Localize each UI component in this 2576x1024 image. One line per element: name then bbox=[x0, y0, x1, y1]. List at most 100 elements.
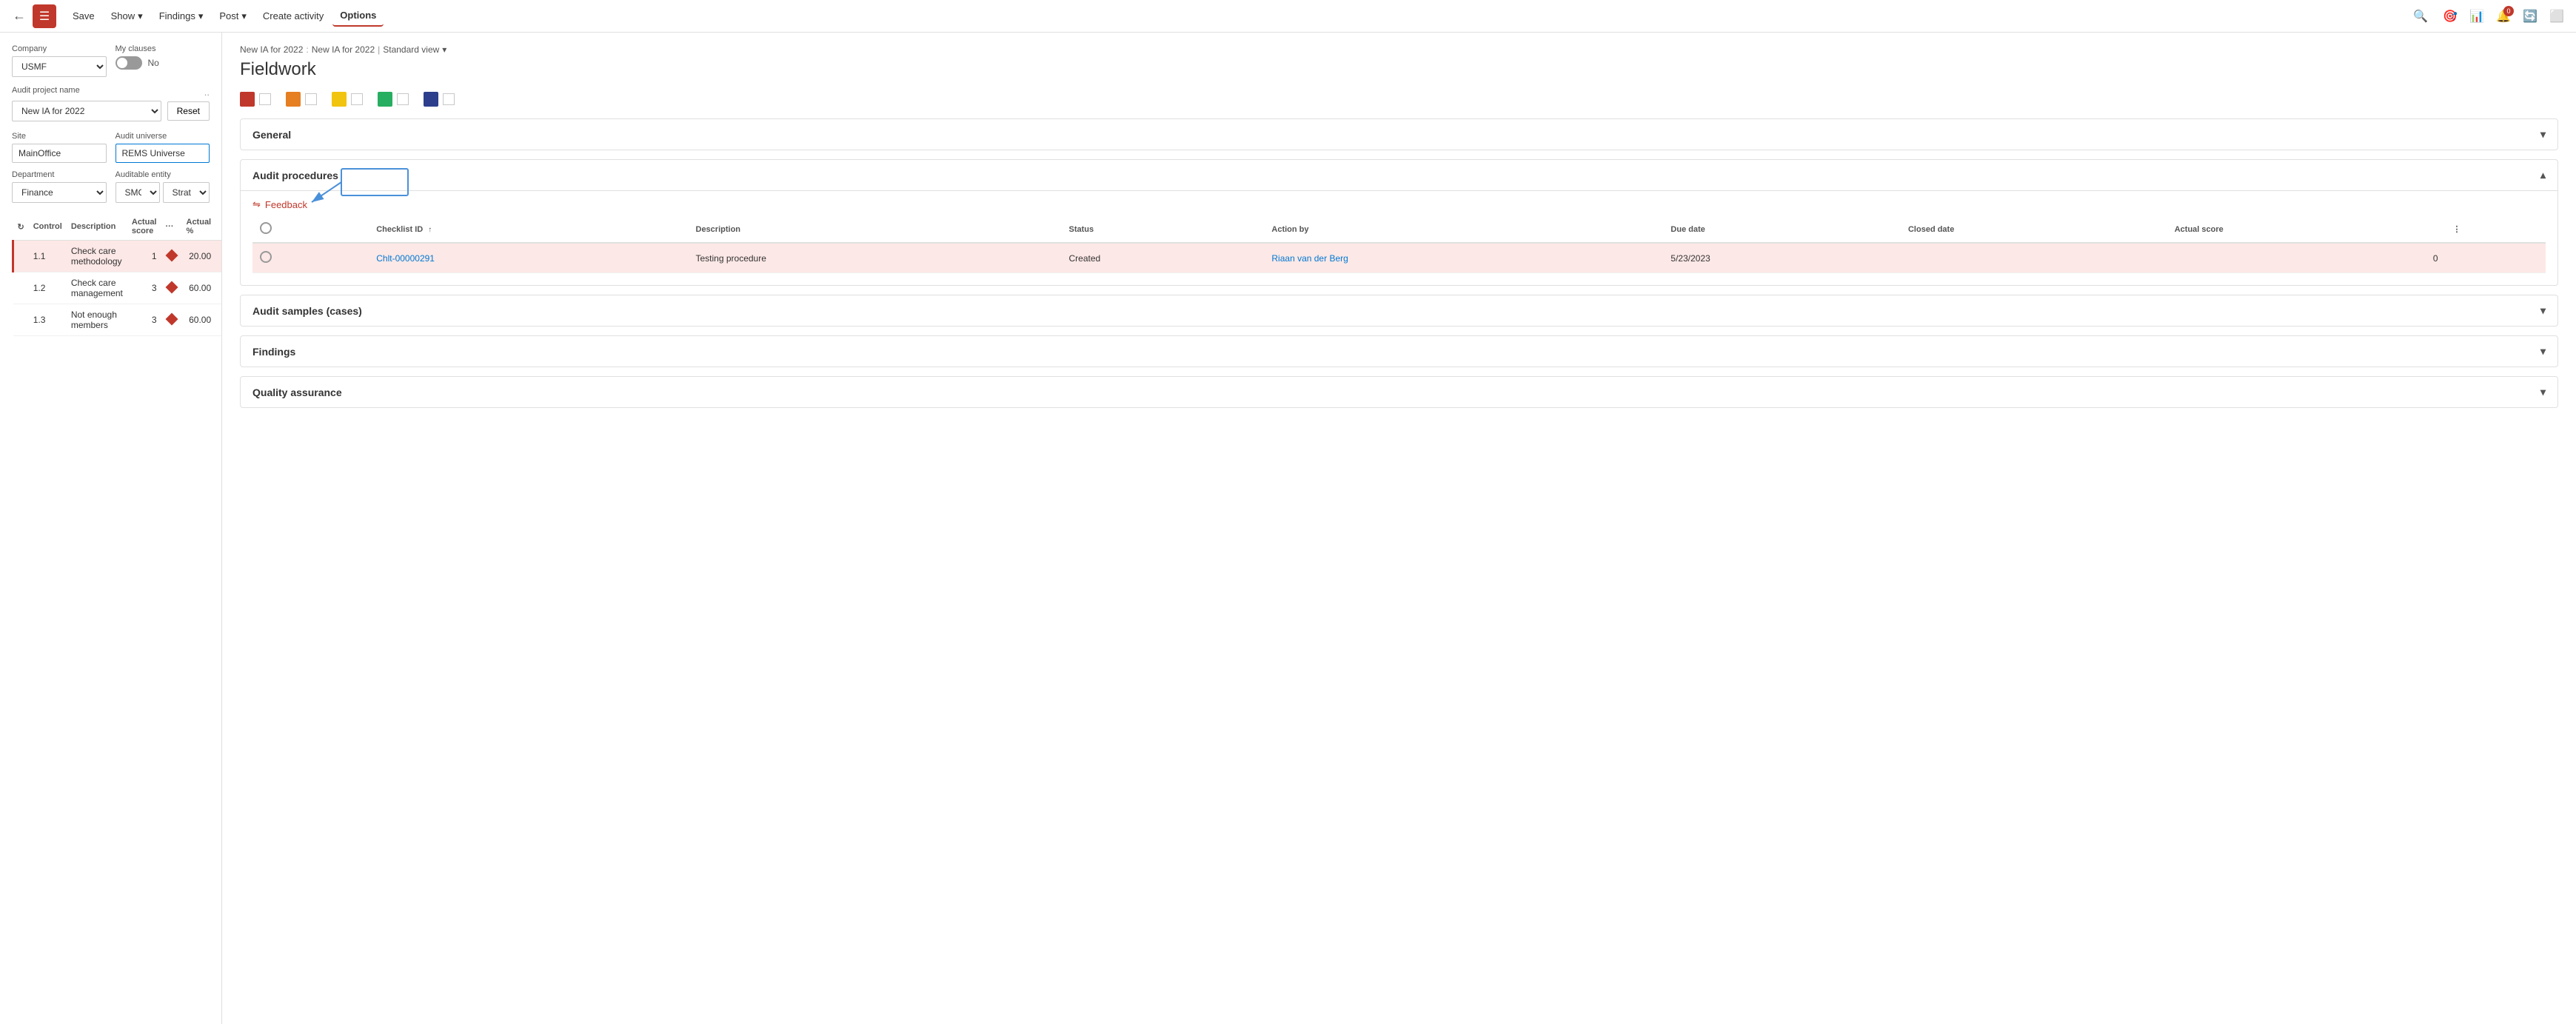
sort-icon[interactable]: ↑ bbox=[428, 226, 432, 234]
controls-table-row[interactable]: 1.1 Check care methodology 1 20.00 bbox=[13, 241, 223, 272]
create-activity-button[interactable]: Create activity bbox=[255, 6, 331, 26]
auditable-entity-select1[interactable]: SMC bbox=[116, 182, 160, 203]
proc-cell-checkbox[interactable] bbox=[252, 243, 369, 273]
col-actual-score-header: Actual score bbox=[127, 213, 161, 241]
department-select[interactable]: Finance bbox=[12, 182, 107, 203]
audit-universe-input[interactable] bbox=[116, 144, 210, 163]
proc-cell-action-by[interactable]: Riaan van der Berg bbox=[1264, 243, 1663, 273]
blue-dot bbox=[424, 92, 438, 107]
audit-procedures-chevron: ▴ bbox=[2540, 169, 2546, 181]
proc-cell-actual-score: 0 bbox=[2167, 243, 2446, 273]
company-select[interactable]: USMF bbox=[12, 56, 107, 77]
topbar-icons: 🎯 📊 🔔 0 🔄 ⬜ bbox=[2440, 6, 2567, 27]
proc-table-row[interactable]: Chlt-00000291 Testing procedure Created … bbox=[252, 243, 2546, 273]
search-button[interactable]: 🔍 bbox=[2410, 6, 2431, 27]
left-panel: Company USMF My clauses No Audit project… bbox=[0, 33, 222, 1024]
ctrl-cell-description: Check care management bbox=[67, 272, 127, 304]
menu-button[interactable]: ☰ bbox=[33, 4, 56, 28]
general-section-label: General bbox=[252, 129, 291, 141]
feedback-wrapper: ⇋ Feedback bbox=[252, 191, 2546, 216]
options-button[interactable]: Options bbox=[332, 5, 384, 27]
breadcrumb-pipe: | bbox=[378, 44, 380, 55]
audit-project-select[interactable]: New IA for 2022 bbox=[12, 101, 161, 121]
audit-project-label: Audit project name bbox=[12, 86, 80, 95]
findings-button[interactable]: Findings ▾ bbox=[152, 6, 211, 27]
col-more-header[interactable]: ··· bbox=[161, 213, 182, 241]
general-chevron-icon: ▾ bbox=[2540, 128, 2546, 141]
orange-checkbox[interactable] bbox=[305, 93, 317, 105]
ctrl-cell-icon bbox=[13, 272, 29, 304]
quality-assurance-header[interactable]: Quality assurance ▾ bbox=[241, 377, 2557, 407]
feedback-link[interactable]: ⇋ Feedback bbox=[252, 191, 2546, 216]
refresh-button[interactable]: 🔄 bbox=[2520, 6, 2540, 27]
department-label: Department bbox=[12, 170, 107, 179]
department-field: Department Finance bbox=[12, 170, 107, 203]
auditable-entity-field: Auditable entity SMC Strategic M... bbox=[116, 170, 210, 203]
proc-header-checkbox[interactable] bbox=[260, 222, 272, 234]
notification-button[interactable]: 🔔 0 bbox=[2493, 6, 2514, 27]
company-field: Company USMF bbox=[12, 44, 107, 77]
breadcrumb-part1: New IA for 2022 bbox=[240, 44, 303, 55]
audit-name-row: New IA for 2022 Reset bbox=[12, 101, 210, 121]
notification-badge: 0 bbox=[2503, 6, 2514, 16]
post-button[interactable]: Post ▾ bbox=[212, 6, 254, 27]
ctrl-cell-control: 1.3 bbox=[29, 304, 67, 336]
company-myclause-row: Company USMF My clauses No bbox=[12, 44, 210, 77]
audit-procedures-header[interactable]: Audit procedures ▴ bbox=[241, 160, 2557, 190]
audit-project-group: Audit project name .. New IA for 2022 Re… bbox=[12, 86, 210, 121]
controls-table-row[interactable]: 1.3 Not enough members 3 60.00 bbox=[13, 304, 223, 336]
findings-header[interactable]: Findings ▾ bbox=[241, 336, 2557, 367]
icon5-button[interactable]: ⬜ bbox=[2546, 6, 2567, 27]
controls-table: ↻ Control Description Actual score ··· A… bbox=[12, 213, 222, 336]
color-filter-blue bbox=[424, 92, 455, 107]
color-filter-yellow bbox=[332, 92, 363, 107]
proc-col-actual-score: Actual score bbox=[2167, 216, 2446, 243]
controls-table-row[interactable]: 1.2 Check care management 3 60.00 bbox=[13, 272, 223, 304]
audit-samples-header[interactable]: Audit samples (cases) ▾ bbox=[241, 295, 2557, 326]
refresh-icon[interactable]: ↻ bbox=[18, 223, 24, 232]
site-field: Site bbox=[12, 132, 107, 163]
audit-label-row: Audit project name .. bbox=[12, 86, 210, 98]
red-dot bbox=[240, 92, 255, 107]
my-clauses-toggle[interactable] bbox=[116, 56, 142, 70]
audit-universe-field: Audit universe bbox=[116, 132, 210, 163]
green-checkbox[interactable] bbox=[397, 93, 409, 105]
icon1-button[interactable]: 🎯 bbox=[2440, 6, 2460, 27]
dept-entity-row: Department Finance Auditable entity SMC … bbox=[12, 170, 210, 203]
ctrl-cell-description: Not enough members bbox=[67, 304, 127, 336]
site-input[interactable] bbox=[12, 144, 107, 163]
proc-cell-due-date: 5/23/2023 bbox=[1663, 243, 1901, 273]
toggle-row: No bbox=[116, 56, 210, 70]
ctrl-cell-pct: 60.00 bbox=[182, 304, 216, 336]
reset-button[interactable]: Reset bbox=[167, 101, 210, 121]
ctrl-cell-description: Check care methodology bbox=[67, 241, 127, 272]
red-checkbox[interactable] bbox=[259, 93, 271, 105]
auditable-entity-label: Auditable entity bbox=[116, 170, 210, 179]
ctrl-cell-pct: 60.00 bbox=[182, 272, 216, 304]
icon2-button[interactable]: 📊 bbox=[2466, 6, 2487, 27]
blue-checkbox[interactable] bbox=[443, 93, 455, 105]
topbar: ← ☰ Save Show ▾ Findings ▾ Post ▾ Create… bbox=[0, 0, 2576, 33]
breadcrumb-view-selector[interactable]: Standard view ▾ bbox=[383, 44, 446, 55]
proc-col-action-by: Action by bbox=[1264, 216, 1663, 243]
proc-cell-id[interactable]: Chlt-00000291 bbox=[369, 243, 688, 273]
show-button[interactable]: Show ▾ bbox=[104, 6, 150, 27]
col-refresh: ↻ bbox=[13, 213, 29, 241]
auditable-entity-select2[interactable]: Strategic M... bbox=[163, 182, 210, 203]
controls-table-body: 1.1 Check care methodology 1 20.00 1.2 C… bbox=[13, 241, 223, 336]
save-button[interactable]: Save bbox=[65, 6, 102, 26]
general-section-header[interactable]: General ▾ bbox=[241, 119, 2557, 150]
controls-table-header: ↻ Control Description Actual score ··· A… bbox=[13, 213, 223, 241]
company-label: Company bbox=[12, 44, 107, 53]
proc-cell-closed-date bbox=[1901, 243, 2167, 273]
back-button[interactable]: ← bbox=[9, 6, 30, 27]
quality-assurance-label: Quality assurance bbox=[252, 386, 342, 398]
procedures-table-header: Checklist ID ↑ Description Status Action… bbox=[252, 216, 2546, 243]
green-dot bbox=[378, 92, 392, 107]
proc-col-more[interactable]: ⋮ bbox=[2446, 216, 2546, 243]
yellow-checkbox[interactable] bbox=[351, 93, 363, 105]
breadcrumb: New IA for 2022 : New IA for 2022 | Stan… bbox=[240, 44, 2558, 55]
ctrl-cell-diamond bbox=[161, 304, 182, 336]
site-universe-row: Site Audit universe bbox=[12, 132, 210, 163]
col-more2[interactable]: ⋮ bbox=[215, 213, 222, 241]
